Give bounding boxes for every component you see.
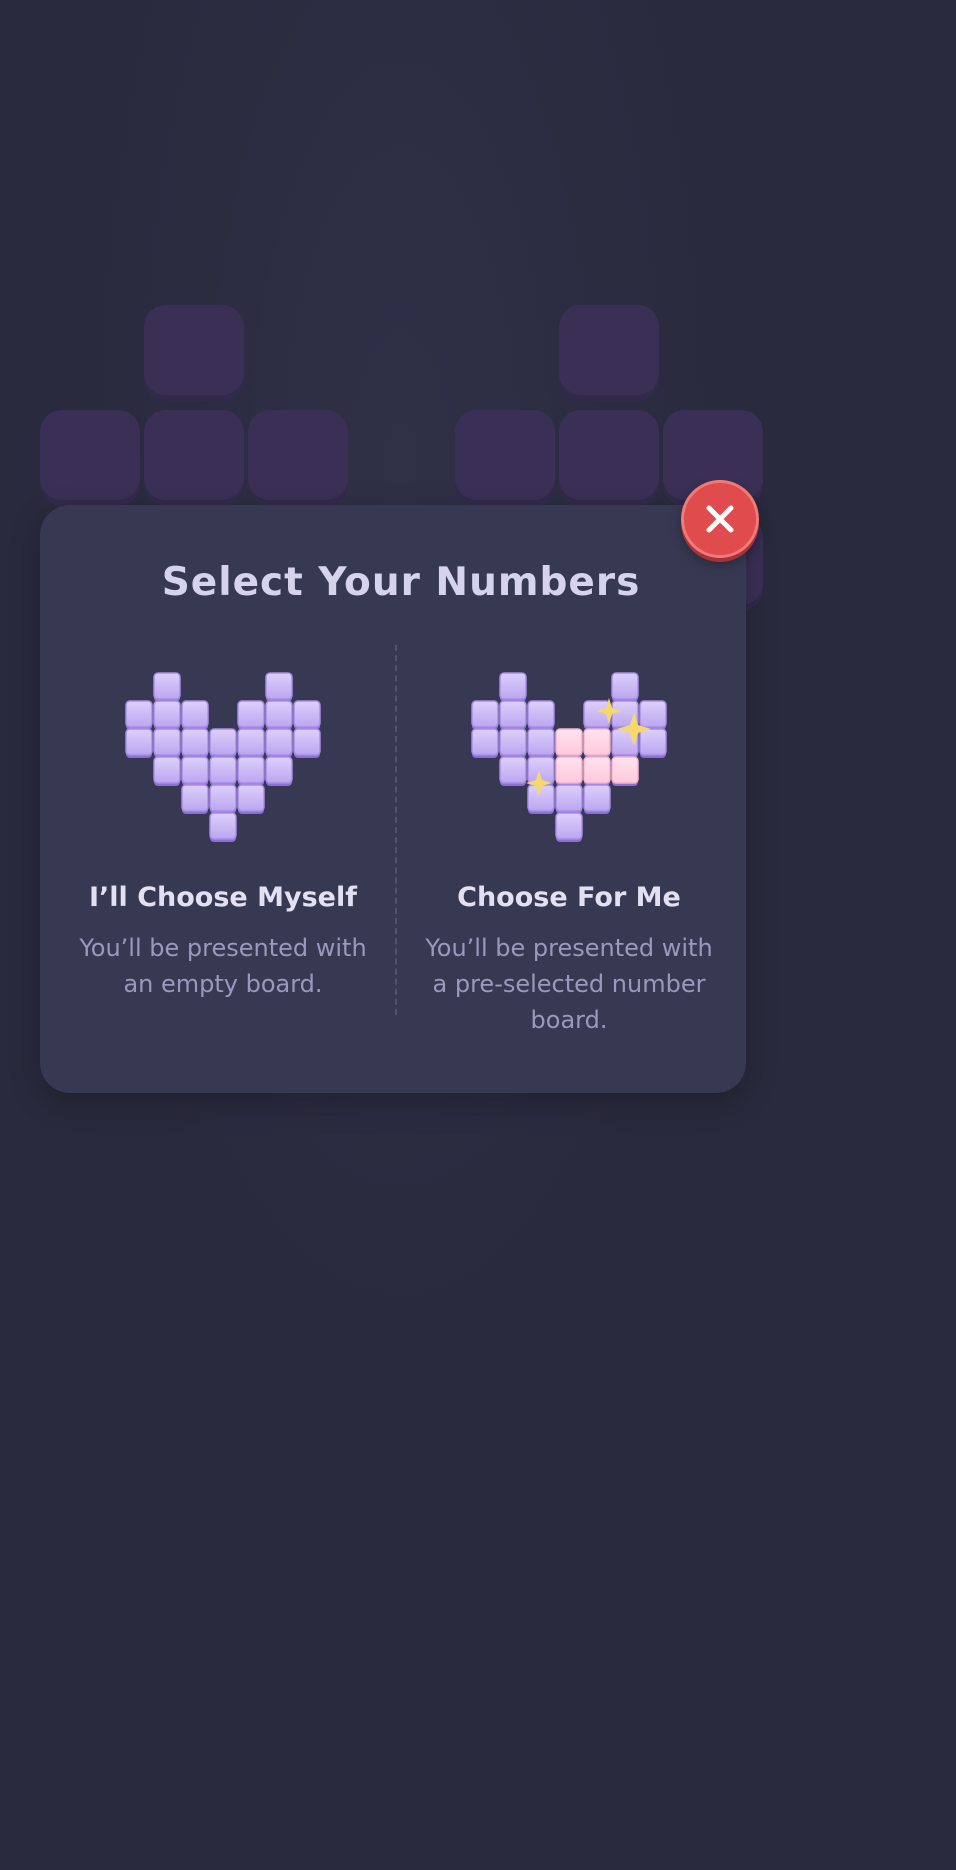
dialog-title: Select Your Numbers <box>161 560 641 605</box>
pixel-heart-icon <box>125 672 321 842</box>
choose-myself-option[interactable]: I’ll Choose Myself You’ll be presented w… <box>53 660 393 1060</box>
close-icon <box>706 505 734 533</box>
background-tile <box>559 305 659 401</box>
choose-for-me-option[interactable]: Choose For Me You’ll be presented with a… <box>399 660 739 1060</box>
background-tile <box>248 410 348 506</box>
sparkle-pixel-heart-icon <box>471 672 667 842</box>
option-title: I’ll Choose Myself <box>89 882 357 913</box>
game-screen: Select Your Numbers I’ll Choose Myself Y… <box>0 0 802 1568</box>
background-tile <box>40 410 140 506</box>
options-divider <box>395 645 397 1015</box>
background-tile <box>455 410 555 506</box>
close-button[interactable] <box>681 480 759 558</box>
background-tile <box>559 410 659 506</box>
background-tile <box>144 410 244 506</box>
option-description: You’ll be presented with a pre-selected … <box>425 934 713 1034</box>
option-title: Choose For Me <box>457 882 681 913</box>
background-tile <box>144 305 244 401</box>
option-description: You’ll be presented with an empty board. <box>79 934 367 998</box>
